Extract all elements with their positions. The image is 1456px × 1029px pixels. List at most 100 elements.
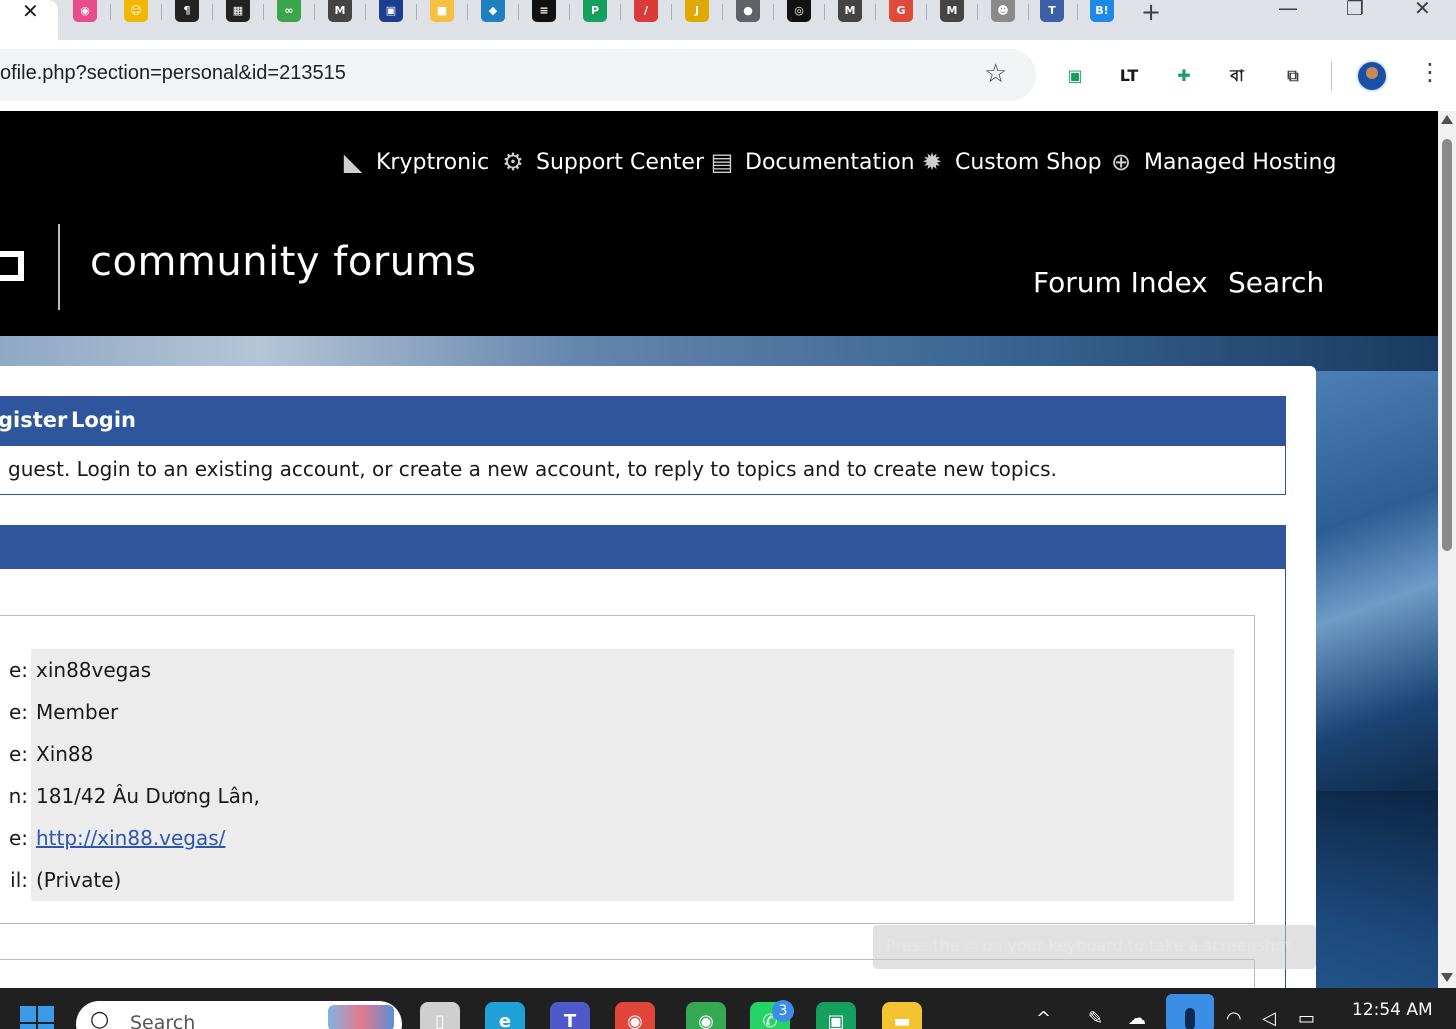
toast-text: Press the ⎙ on your keyboard to take a s… [886,936,1292,955]
github-icon[interactable]: ◎ [787,0,811,22]
address-bar[interactable]: ofile.php?section=personal&id=213515 ☆ [0,49,1036,101]
url-text[interactable]: ofile.php?section=personal&id=213515 [0,62,346,85]
stripes-icon[interactable]: ≡ [532,0,556,22]
puzzle-icon[interactable]: ⧉ [1279,62,1307,90]
earth-edge [1316,371,1438,791]
top-nav-managed-hosting[interactable]: ⊕ Managed Hosting [1106,147,1337,177]
file-icon[interactable]: ▯ [420,1002,460,1029]
page-scrollbar[interactable] [1438,111,1456,988]
nav-forum-index[interactable]: Forum Index [1033,266,1208,299]
teams-icon[interactable]: T [550,1002,590,1029]
b-logo-icon[interactable]: B! [1090,0,1114,22]
diamond-icon[interactable]: ◆ [481,0,505,22]
top-nav-kryptronic[interactable]: ◣ Kryptronic [338,147,490,177]
note-icon[interactable]: ■ [430,0,454,22]
m-logo-icon[interactable]: M [940,0,964,22]
m-logo-icon[interactable]: M [838,0,862,22]
gc-logo-icon[interactable]: G [889,0,913,22]
jobs-icon[interactable]: J [685,0,709,22]
brand-divider [58,224,60,310]
restore-icon[interactable]: ❐ [1346,0,1364,20]
profile-field-value: 181/42 Âu Dương Lân, [36,784,260,808]
chrome-icon[interactable]: ◉ [686,1002,726,1029]
add-puzzle-icon[interactable]: ✚ [1170,62,1198,90]
profile-header-bar [0,525,1286,569]
tray-chevron-icon[interactable]: ^ [1036,1008,1051,1029]
profile-box: e: xin88vegas e: Member e: Xin88 n: 181/42 Âu D… [0,615,1255,924]
tab-separator [824,4,825,20]
cassette-icon[interactable]: ▣ [816,1002,856,1029]
top-nav-label: Documentation [745,149,915,175]
pilcrow-icon[interactable]: ¶ [175,0,199,22]
tab-separator [110,4,111,20]
brand-title[interactable]: community forums [90,239,476,285]
folder-icon[interactable]: ▬ [882,1002,922,1029]
top-nav-support-center[interactable]: ⚙ Support Center [498,147,704,177]
microphone-icon[interactable] [1166,994,1214,1029]
profile-website-link[interactable]: http://xin88.vegas/ [36,826,225,850]
tot-logo-icon[interactable]: T [1040,0,1064,22]
slash-icon[interactable]: / [634,0,658,22]
scroll-down-arrow-icon[interactable] [1441,973,1453,982]
cartoon-icon[interactable]: ☻ [991,0,1015,22]
main-content: gister Login guest. Login to an existing… [0,366,1316,988]
chrome-profile-icon[interactable]: ◉ [615,1002,655,1029]
tab-separator [620,4,621,20]
window-close-icon[interactable]: ✕ [1414,0,1431,20]
top-nav-label: Support Center [536,149,705,175]
bengali-letter-icon[interactable]: বা [1223,62,1251,90]
nav-search[interactable]: Search [1228,266,1324,299]
profile-field-value: xin88vegas [36,658,152,682]
tab-separator [569,4,570,20]
profile-avatar[interactable] [1356,60,1388,92]
close-tab-icon[interactable]: ✕ [22,0,39,22]
tab-separator [1028,4,1029,20]
p-logo-icon[interactable]: P [583,0,607,22]
grid-logo-icon[interactable]: ▦ [226,0,250,22]
tab-separator [365,4,366,20]
save-icon[interactable]: ▣ [379,0,403,22]
m-logo-icon[interactable]: M [328,0,352,22]
taskbar-search[interactable]: ○ Search [76,1001,402,1029]
profile-field-label: e: [8,826,28,850]
tab-separator [212,4,213,20]
screenshot-toast: Press the ⎙ on your keyboard to take a s… [873,925,1316,969]
profile-field-label: n: [8,784,28,808]
color-wheel-icon[interactable]: ◉ [73,0,97,22]
top-nav-label: Kryptronic [376,149,490,175]
pen-icon[interactable]: ✎ [1088,1008,1103,1029]
top-nav-documentation[interactable]: ▤ Documentation [707,147,915,177]
support-gear-icon: ⚙ [502,148,524,176]
profile-info-table: e: xin88vegas e: Member e: Xin88 n: 181/42 Âu D… [9,649,1234,901]
link-icon[interactable]: ∞ [277,0,301,22]
browser-menu-icon[interactable]: ⋮ [1418,58,1442,86]
tab-separator [263,4,264,20]
tab-separator [875,4,876,20]
wifi-icon[interactable]: ◠ [1226,1008,1242,1029]
tab-separator [416,4,417,20]
volume-icon[interactable]: ◁ [1262,1008,1276,1029]
scroll-up-arrow-icon[interactable] [1441,115,1453,124]
minimize-icon[interactable]: — [1278,0,1298,20]
bookmark-star-icon[interactable]: ☆ [984,59,1007,89]
cassette-icon[interactable]: ▣ [1061,62,1089,90]
edge-icon[interactable]: e [485,1002,525,1029]
top-nav-custom-shop[interactable]: ✹ Custom Shop [917,147,1102,177]
battery-icon[interactable]: ▭ [1298,1008,1315,1029]
windows-start-icon[interactable] [20,1006,54,1029]
top-nav-label: Managed Hosting [1144,149,1337,175]
login-link[interactable]: Login [71,408,136,432]
new-tab-button[interactable]: + [1141,0,1161,26]
globe-icon[interactable]: ● [736,0,760,22]
register-link[interactable]: gister [0,408,67,432]
tab-separator [518,4,519,20]
cog-icon: ✹ [921,148,943,176]
scroll-thumb[interactable] [1442,139,1452,551]
taskbar-clock[interactable]: 12:54 AM [1352,1000,1433,1020]
tab-separator [773,4,774,20]
profile-field-label: il: [10,868,28,892]
emoji-icon[interactable]: ☺ [124,0,148,22]
page-viewport: ◣ Kryptronic ⚙ Support Center ▤ Documentation… [0,111,1438,988]
cloud-icon[interactable]: ☁ [1128,1008,1146,1029]
languagetool-icon[interactable]: LT [1115,62,1143,90]
